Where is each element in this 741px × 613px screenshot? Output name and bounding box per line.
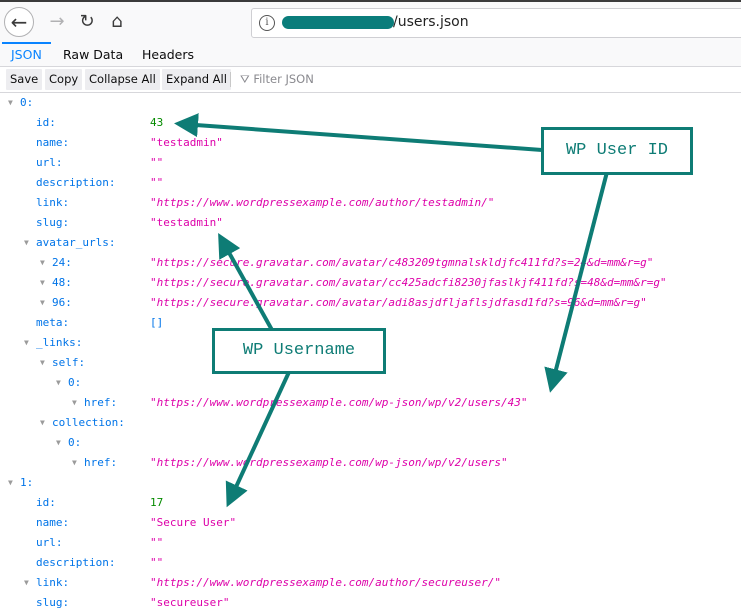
toolbar-divider	[230, 72, 231, 87]
tree-row[interactable]: name: "Secure User"	[0, 513, 741, 533]
reload-icon[interactable]: ↻	[72, 6, 102, 36]
tree-row[interactable]: id: 17	[0, 493, 741, 513]
tree-row[interactable]: description: ""	[0, 553, 741, 573]
twisty-icon[interactable]: ▼	[40, 353, 45, 373]
filter-icon: ⛛	[240, 72, 254, 86]
username-value: "testadmin"	[150, 216, 223, 229]
twisty-icon[interactable]: ▼	[8, 93, 13, 113]
tree-row[interactable]: ▼ 48: "https://secure.gravatar.com/avatar/…	[0, 273, 741, 293]
tree-row-1[interactable]: ▼ 1:	[0, 473, 741, 493]
viewer-tabs: JSON Raw Data Headers	[0, 42, 741, 67]
tab-raw-data[interactable]: Raw Data	[54, 42, 132, 66]
tree-row[interactable]: ▼ 24: "https://secure.gravatar.com/avatar/…	[0, 253, 741, 273]
annotation-user-id: WP User ID	[541, 127, 693, 175]
twisty-icon[interactable]: ▼	[40, 253, 45, 273]
arrow-left-icon[interactable]: ←	[4, 7, 34, 37]
annotation-username: WP Username	[212, 328, 386, 374]
url-bar[interactable]: i /users.json	[251, 8, 741, 38]
twisty-icon[interactable]: ▼	[56, 373, 61, 393]
twisty-icon[interactable]: ▼	[72, 453, 77, 473]
tree-row[interactable]: ▼ href: "https://www.wordpressexample.com/…	[0, 393, 741, 413]
filter-json-input[interactable]: ⛛ Filter JSON	[240, 69, 314, 90]
tree-row[interactable]: description: ""	[0, 173, 741, 193]
tree-row[interactable]: ▼ collection:	[0, 413, 741, 433]
tree-row[interactable]: url: ""	[0, 533, 741, 553]
tree-row[interactable]: ▼ 0:	[0, 373, 741, 393]
tree-row[interactable]: ▼ avatar_urls:	[0, 233, 741, 253]
url-text: /users.json	[393, 14, 469, 30]
tree-row[interactable]: slug: "testadmin"	[0, 213, 741, 233]
twisty-icon[interactable]: ▼	[24, 573, 29, 593]
twisty-icon[interactable]: ▼	[24, 333, 29, 353]
collapse-all-button[interactable]: Collapse All	[85, 69, 160, 90]
twisty-icon[interactable]: ▼	[40, 413, 45, 433]
twisty-icon[interactable]: ▼	[8, 473, 13, 493]
expand-all-button[interactable]: Expand All	[162, 69, 231, 90]
tree-row[interactable]: slug: "secureuser"	[0, 593, 741, 613]
json-toolbar: Save Copy Collapse All Expand All ⛛ Filt…	[0, 67, 741, 93]
tab-json[interactable]: JSON	[2, 42, 51, 66]
tree-row[interactable]: ▼ link: "https://www.wordpressexample.com/…	[0, 573, 741, 593]
home-icon[interactable]: ⌂	[102, 6, 132, 36]
tree-row[interactable]: ▼ 96: "https://secure.gravatar.com/avatar/…	[0, 293, 741, 313]
browser-navbar: ← → ↻ ⌂ i /users.json	[0, 2, 741, 43]
copy-button[interactable]: Copy	[45, 69, 83, 90]
tree-row[interactable]: link: "https://www.wordpressexample.com/a…	[0, 193, 741, 213]
twisty-icon[interactable]: ▼	[40, 273, 45, 293]
link-value[interactable]: "https://www.wordpressexample.com/author…	[150, 193, 494, 213]
user-id-value: 43	[150, 116, 164, 129]
info-icon[interactable]: i	[259, 15, 275, 31]
save-button[interactable]: Save	[6, 69, 43, 90]
twisty-icon[interactable]: ▼	[24, 233, 29, 253]
tree-row-0[interactable]: ▼ 0:	[0, 93, 741, 113]
tab-headers[interactable]: Headers	[133, 42, 203, 66]
twisty-icon[interactable]: ▼	[56, 433, 61, 453]
redacted-domain	[282, 16, 394, 29]
twisty-icon[interactable]: ▼	[40, 293, 45, 313]
arrow-right-icon[interactable]: →	[42, 6, 72, 36]
twisty-icon[interactable]: ▼	[72, 393, 77, 413]
tree-row[interactable]: ▼ href: "https://www.wordpressexample.com/…	[0, 453, 741, 473]
tree-row[interactable]: ▼ 0:	[0, 433, 741, 453]
